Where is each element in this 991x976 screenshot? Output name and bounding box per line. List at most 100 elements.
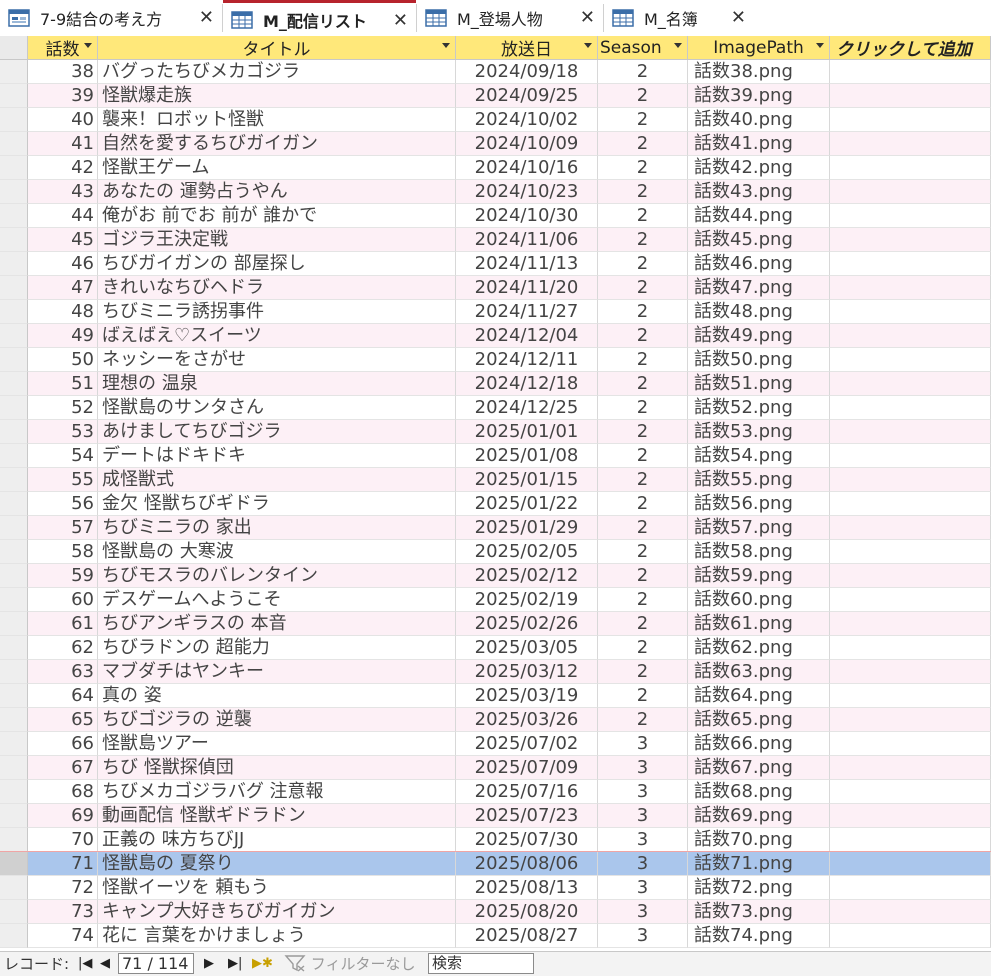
last-record-icon[interactable]: ▶| xyxy=(228,956,242,972)
cell-date[interactable]: 2024/11/20 xyxy=(456,276,598,300)
cell-num[interactable]: 70 xyxy=(28,828,98,852)
cell-add[interactable] xyxy=(830,84,991,108)
cell-add[interactable] xyxy=(830,804,991,828)
cell-imagepath[interactable]: 話数46.png xyxy=(688,252,830,276)
cell-num[interactable]: 57 xyxy=(28,516,98,540)
cell-add[interactable] xyxy=(830,492,991,516)
cell-date[interactable]: 2025/01/22 xyxy=(456,492,598,516)
cell-date[interactable]: 2025/03/05 xyxy=(456,636,598,660)
cell-title[interactable]: バグったちびメカゴジラ xyxy=(98,60,456,84)
record-selector[interactable] xyxy=(0,732,28,756)
cell-date[interactable]: 2025/02/05 xyxy=(456,540,598,564)
cell-season[interactable]: 3 xyxy=(598,852,688,876)
cell-season[interactable]: 3 xyxy=(598,780,688,804)
cell-imagepath[interactable]: 話数44.png xyxy=(688,204,830,228)
cell-title[interactable]: 成怪獣式 xyxy=(98,468,456,492)
cell-add[interactable] xyxy=(830,852,991,876)
cell-num[interactable]: 66 xyxy=(28,732,98,756)
cell-add[interactable] xyxy=(830,252,991,276)
cell-date[interactable]: 2025/03/12 xyxy=(456,660,598,684)
record-selector[interactable] xyxy=(0,252,28,276)
table-row[interactable]: 62 ちびラドンの 超能力 2025/03/05 2 話数62.png xyxy=(0,636,991,660)
cell-imagepath[interactable]: 話数43.png xyxy=(688,180,830,204)
chevron-down-icon[interactable] xyxy=(442,43,450,48)
record-selector[interactable] xyxy=(0,60,28,84)
cell-title[interactable]: ちびガイガンの 部屋探し xyxy=(98,252,456,276)
cell-date[interactable]: 2025/07/02 xyxy=(456,732,598,756)
cell-title[interactable]: マブダチはヤンキー xyxy=(98,660,456,684)
cell-num[interactable]: 60 xyxy=(28,588,98,612)
cell-num[interactable]: 48 xyxy=(28,300,98,324)
cell-add[interactable] xyxy=(830,684,991,708)
cell-num[interactable]: 47 xyxy=(28,276,98,300)
cell-date[interactable]: 2025/01/01 xyxy=(456,420,598,444)
table-row[interactable]: 61 ちびアンギラスの 本音 2025/02/26 2 話数61.png xyxy=(0,612,991,636)
cell-num[interactable]: 74 xyxy=(28,924,98,948)
tab-touzyou-zinbutsu[interactable]: M_登場人物 ✕ xyxy=(417,0,603,36)
cell-imagepath[interactable]: 話数57.png xyxy=(688,516,830,540)
cell-num[interactable]: 40 xyxy=(28,108,98,132)
record-selector[interactable] xyxy=(0,468,28,492)
cell-add[interactable] xyxy=(830,132,991,156)
cell-season[interactable]: 2 xyxy=(598,684,688,708)
table-row[interactable]: 40 襲来！ロボット怪獣 2024/10/02 2 話数40.png xyxy=(0,108,991,132)
cell-imagepath[interactable]: 話数42.png xyxy=(688,156,830,180)
record-selector[interactable] xyxy=(0,420,28,444)
cell-num[interactable]: 45 xyxy=(28,228,98,252)
cell-date[interactable]: 2025/01/08 xyxy=(456,444,598,468)
cell-season[interactable]: 2 xyxy=(598,468,688,492)
table-row[interactable]: 43 あなたの 運勢占うやん 2024/10/23 2 話数43.png xyxy=(0,180,991,204)
tab-meibo[interactable]: M_名簿 ✕ xyxy=(604,0,754,36)
cell-imagepath[interactable]: 話数65.png xyxy=(688,708,830,732)
record-selector[interactable] xyxy=(0,828,28,852)
cell-date[interactable]: 2025/07/16 xyxy=(456,780,598,804)
cell-title[interactable]: ちびメカゴジラバグ 注意報 xyxy=(98,780,456,804)
cell-add[interactable] xyxy=(830,756,991,780)
cell-season[interactable]: 3 xyxy=(598,804,688,828)
cell-num[interactable]: 72 xyxy=(28,876,98,900)
cell-date[interactable]: 2025/01/15 xyxy=(456,468,598,492)
cell-add[interactable] xyxy=(830,108,991,132)
table-row[interactable]: 49 ばえばえ♡スイーツ 2024/12/04 2 話数49.png xyxy=(0,324,991,348)
cell-title[interactable]: 怪獣島ツアー xyxy=(98,732,456,756)
cell-title[interactable]: 怪獣王ゲーム xyxy=(98,156,456,180)
cell-num[interactable]: 64 xyxy=(28,684,98,708)
cell-season[interactable]: 2 xyxy=(598,108,688,132)
cell-num[interactable]: 73 xyxy=(28,900,98,924)
cell-imagepath[interactable]: 話数61.png xyxy=(688,612,830,636)
cell-imagepath[interactable]: 話数55.png xyxy=(688,468,830,492)
prev-record-icon[interactable]: ◀ xyxy=(100,956,110,972)
cell-imagepath[interactable]: 話数64.png xyxy=(688,684,830,708)
table-row[interactable]: 41 自然を愛するちびガイガン 2024/10/09 2 話数41.png xyxy=(0,132,991,156)
cell-add[interactable] xyxy=(830,276,991,300)
record-selector[interactable] xyxy=(0,804,28,828)
cell-num[interactable]: 56 xyxy=(28,492,98,516)
record-selector[interactable] xyxy=(0,348,28,372)
record-selector[interactable] xyxy=(0,156,28,180)
cell-title[interactable]: ちびモスラのバレンタイン xyxy=(98,564,456,588)
cell-season[interactable]: 2 xyxy=(598,204,688,228)
cell-num[interactable]: 49 xyxy=(28,324,98,348)
cell-date[interactable]: 2024/12/04 xyxy=(456,324,598,348)
tab-7-9-join-form[interactable]: 7-9結合の考え方 ✕ xyxy=(0,0,222,36)
cell-title[interactable]: 怪獣島の 夏祭り xyxy=(98,852,456,876)
cell-add[interactable] xyxy=(830,780,991,804)
cell-num[interactable]: 67 xyxy=(28,756,98,780)
cell-imagepath[interactable]: 話数45.png xyxy=(688,228,830,252)
cell-title[interactable]: 花に 言葉をかけましょう xyxy=(98,924,456,948)
current-record-input[interactable]: 71 / 114 xyxy=(118,953,194,974)
cell-date[interactable]: 2024/09/18 xyxy=(456,60,598,84)
cell-imagepath[interactable]: 話数50.png xyxy=(688,348,830,372)
cell-num[interactable]: 44 xyxy=(28,204,98,228)
cell-season[interactable]: 2 xyxy=(598,492,688,516)
cell-season[interactable]: 2 xyxy=(598,324,688,348)
table-row[interactable]: 50 ネッシーをさがせ 2024/12/11 2 話数50.png xyxy=(0,348,991,372)
cell-num[interactable]: 71 xyxy=(28,852,98,876)
cell-date[interactable]: 2024/12/18 xyxy=(456,372,598,396)
table-row[interactable]: 42 怪獣王ゲーム 2024/10/16 2 話数42.png xyxy=(0,156,991,180)
cell-add[interactable] xyxy=(830,708,991,732)
record-selector[interactable] xyxy=(0,108,28,132)
cell-title[interactable]: デートはドキドキ xyxy=(98,444,456,468)
cell-add[interactable] xyxy=(830,540,991,564)
cell-imagepath[interactable]: 話数48.png xyxy=(688,300,830,324)
